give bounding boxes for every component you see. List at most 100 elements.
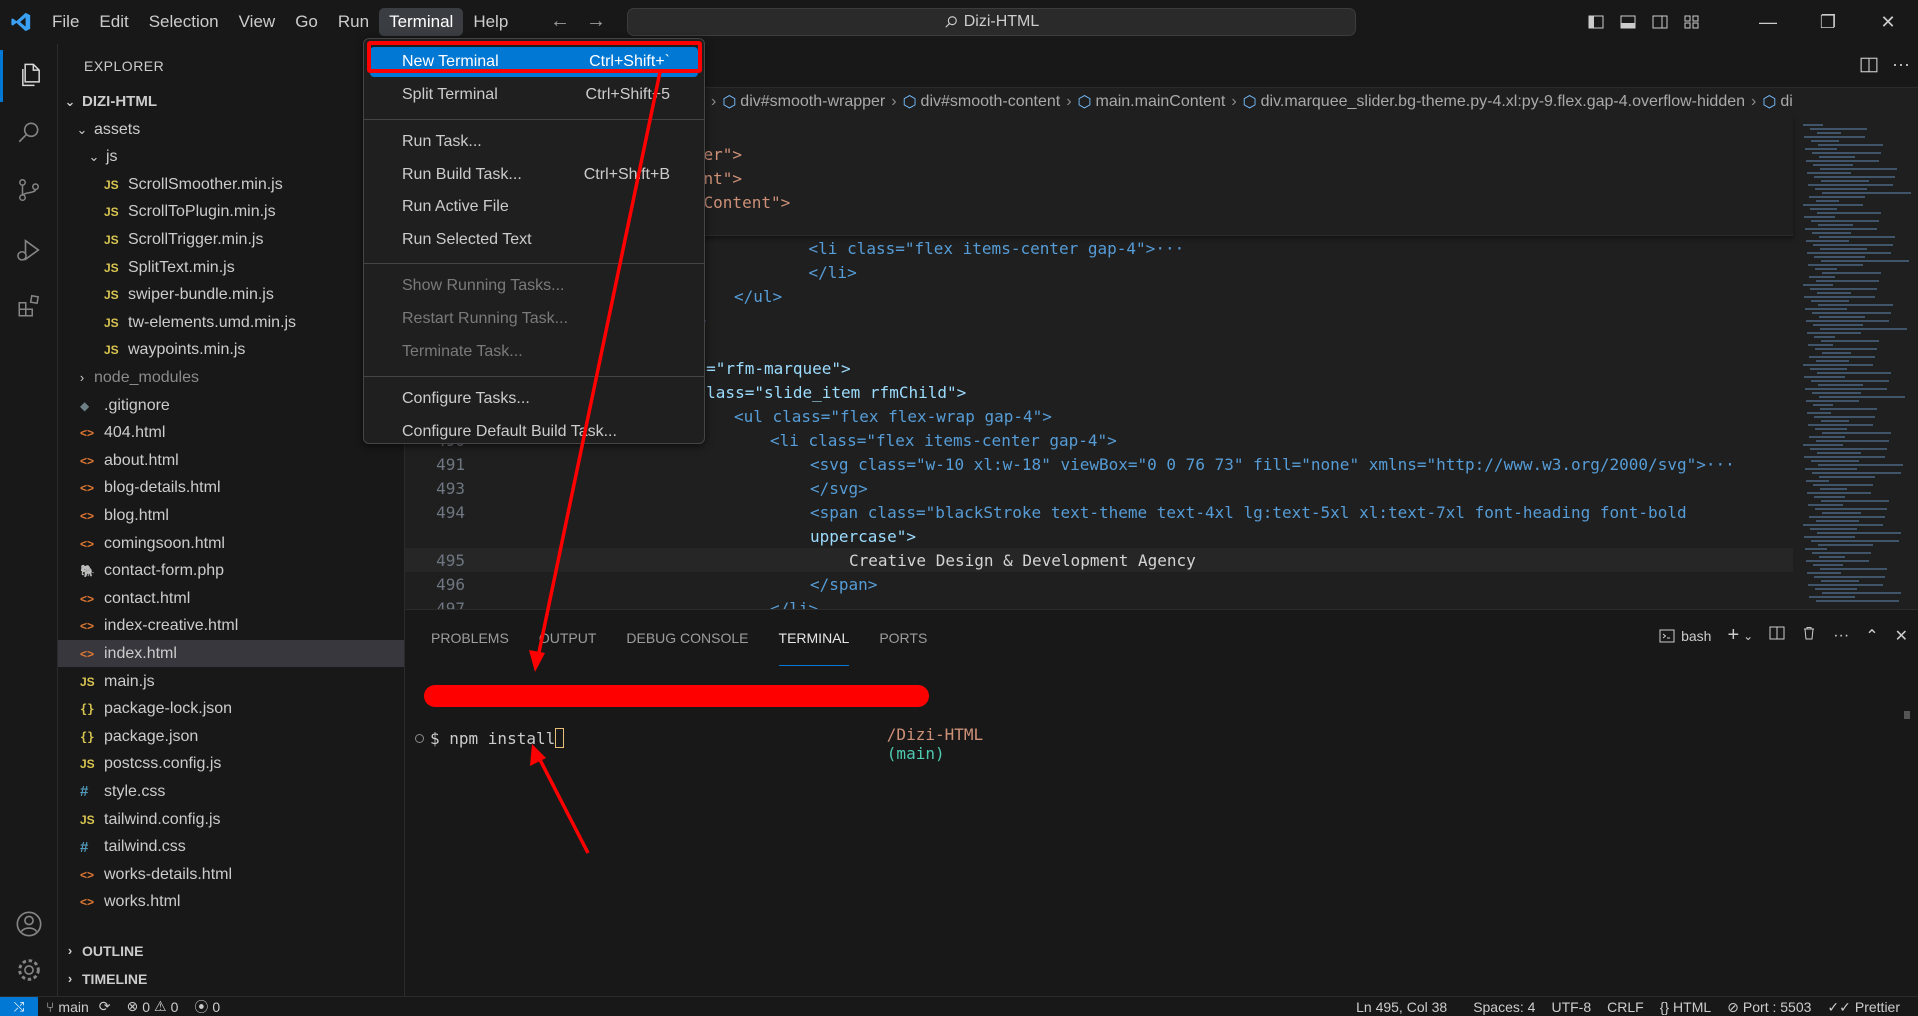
tree-item[interactable]: JS postcss.config.js — [58, 751, 404, 778]
panel-tab-debug-console[interactable]: DEBUG CONSOLE — [626, 610, 748, 666]
breadcrumb-item[interactable]: div.rfm-marq — [1780, 93, 1793, 111]
tree-item[interactable]: JS SplitText.min.js — [58, 254, 404, 281]
tree-item[interactable]: <> works.html — [58, 889, 404, 916]
breadcrumb-item[interactable]: div#smooth-wrapper — [740, 93, 885, 111]
code-line[interactable]: 497 </li> — [405, 596, 1793, 610]
tree-item[interactable]: <> blog.html — [58, 502, 404, 529]
language-mode[interactable]: {} HTML — [1652, 999, 1719, 1015]
git-branch[interactable]: ⑂ main ⟳ — [38, 998, 119, 1015]
live-server-port[interactable]: ⊘ Port : 5503 — [1719, 999, 1819, 1016]
maximize-panel-chevron-up-icon[interactable]: ⌃ — [1865, 626, 1878, 646]
prettier-status[interactable]: ✓✓ Prettier — [1819, 999, 1908, 1016]
menu-help[interactable]: Help — [463, 8, 518, 36]
code-line[interactable]: 494 <span class="blackStroke text-theme t… — [405, 500, 1793, 524]
settings-gear-icon[interactable] — [0, 944, 58, 996]
more-actions-icon[interactable]: ··· — [1833, 627, 1849, 645]
tree-item[interactable]: JS waypoints.min.js — [58, 337, 404, 364]
tree-item[interactable]: # tailwind.css — [58, 834, 404, 861]
more-actions-icon[interactable]: ··· — [1892, 54, 1910, 75]
menu-run[interactable]: Run — [328, 8, 379, 36]
terminal-view[interactable]: /Dizi-HTML (main) $ npm install — [405, 666, 1918, 997]
minimize-icon[interactable]: — — [1738, 0, 1798, 44]
menu-item-run-task[interactable]: Run Task... — [370, 127, 698, 157]
toggle-secondary-sidebar-icon[interactable] — [1644, 0, 1676, 44]
cursor-position[interactable]: Ln 495, Col 38 — [1348, 999, 1455, 1015]
tree-item[interactable]: <> 404.html — [58, 420, 404, 447]
code-line[interactable]: 491 <svg class="w-10 xl:w-18" viewBox="0 … — [405, 452, 1793, 476]
close-panel-icon[interactable]: ✕ — [1895, 626, 1908, 646]
code-line[interactable]: 495 Creative Design & Development Agency — [405, 548, 1793, 572]
tree-item[interactable]: # style.css — [58, 778, 404, 805]
menu-terminal[interactable]: Terminal — [379, 8, 464, 36]
code-line[interactable]: 496 </span> — [405, 572, 1793, 596]
toggle-panel-icon[interactable] — [1612, 0, 1644, 44]
customize-layout-icon[interactable] — [1676, 0, 1708, 44]
tree-item[interactable]: JS ScrollSmoother.min.js — [58, 171, 404, 198]
panel-tab-output[interactable]: OUTPUT — [539, 610, 597, 666]
menu-item-run-selected-text[interactable]: Run Selected Text — [370, 225, 698, 255]
close-window-icon[interactable]: ✕ — [1858, 0, 1918, 44]
tree-item[interactable]: JS tailwind.config.js — [58, 806, 404, 833]
menu-edit[interactable]: Edit — [89, 8, 138, 36]
menu-file[interactable]: File — [42, 8, 89, 36]
terminal-scrollbar[interactable] — [1904, 711, 1910, 719]
code-line[interactable]: uppercase"> — [405, 524, 1793, 548]
tree-item[interactable]: JS main.js — [58, 668, 404, 695]
tree-item[interactable]: <> blog-details.html — [58, 475, 404, 502]
terminal-shell-selector[interactable]: bash — [1659, 628, 1711, 644]
menu-item-configure-default-build-task[interactable]: Configure Default Build Task... — [370, 417, 698, 447]
tree-item[interactable]: <> about.html — [58, 447, 404, 474]
remote-indicator-icon[interactable]: ⤭ — [0, 996, 38, 1016]
menu-go[interactable]: Go — [285, 8, 328, 36]
tree-item[interactable]: {} package.json — [58, 723, 404, 750]
end-of-line[interactable]: CRLF — [1599, 999, 1652, 1015]
minimap[interactable] — [1793, 116, 1918, 609]
panel-tab-problems[interactable]: PROBLEMS — [431, 610, 509, 666]
tree-item[interactable]: <> works-details.html — [58, 861, 404, 888]
extensions-icon[interactable] — [0, 280, 58, 332]
back-arrow-icon[interactable]: ← — [550, 10, 570, 33]
tree-item[interactable]: JS ScrollTrigger.min.js — [58, 226, 404, 253]
new-terminal-plus-icon[interactable]: + — [1727, 624, 1739, 647]
tree-item[interactable]: JS swiper-bundle.min.js — [58, 282, 404, 309]
tree-item[interactable]: ⌄ js — [58, 144, 404, 171]
toggle-primary-sidebar-icon[interactable] — [1580, 0, 1612, 44]
tree-item[interactable]: JS ScrollToPlugin.min.js — [58, 199, 404, 226]
tree-item[interactable]: {} package-lock.json — [58, 696, 404, 723]
breadcrumb-item[interactable]: div.marquee_slider.bg-theme.py-4.xl:py-9… — [1261, 93, 1745, 111]
source-control-icon[interactable] — [0, 164, 58, 216]
explorer-icon[interactable] — [0, 50, 58, 102]
tree-item[interactable]: ◆ .gitignore — [58, 392, 404, 419]
tree-item[interactable]: › node_modules — [58, 364, 404, 391]
panel-tab-terminal[interactable]: TERMINAL — [778, 610, 850, 666]
tree-item[interactable]: ⌄ assets — [58, 116, 404, 143]
outline-section[interactable]: › OUTLINE — [58, 937, 404, 964]
panel-tab-ports[interactable]: PORTS — [879, 610, 927, 666]
chevron-down-icon[interactable]: ⌄ — [1743, 629, 1753, 643]
run-and-debug-icon[interactable] — [0, 224, 58, 276]
breadcrumb-item[interactable]: div#smooth-content — [921, 93, 1061, 111]
search-icon[interactable] — [0, 106, 58, 158]
tree-item[interactable]: JS tw-elements.umd.min.js — [58, 309, 404, 336]
tree-item[interactable]: <> index.html — [58, 640, 404, 668]
tree-item[interactable]: 🐘 contact-form.php — [58, 558, 404, 585]
project-root-folder[interactable]: ⌄ DIZI-HTML — [58, 88, 404, 115]
menu-selection[interactable]: Selection — [139, 8, 229, 36]
split-terminal-icon[interactable] — [1769, 625, 1785, 646]
ports-indicator[interactable]: ⦿ 0 — [186, 997, 228, 1016]
indentation[interactable]: Spaces: 4 — [1465, 999, 1543, 1015]
menu-view[interactable]: View — [229, 8, 286, 36]
encoding[interactable]: UTF-8 — [1543, 999, 1599, 1015]
kill-terminal-trash-icon[interactable] — [1801, 625, 1817, 646]
tree-item[interactable]: <> comingsoon.html — [58, 530, 404, 557]
timeline-section[interactable]: › TIMELINE — [58, 965, 404, 992]
split-editor-icon[interactable] — [1860, 56, 1878, 79]
breadcrumb-item[interactable]: main.mainContent — [1095, 93, 1225, 111]
menu-item-split-terminal[interactable]: Split Terminal Ctrl+Shift+5 — [370, 80, 698, 110]
menu-item-configure-tasks[interactable]: Configure Tasks... — [370, 384, 698, 414]
accounts-icon[interactable] — [0, 898, 58, 950]
command-center-search[interactable]: Dizi-HTML — [627, 8, 1356, 36]
problems-indicator[interactable]: ⊗ 0 ⚠ 0 — [119, 998, 187, 1015]
menu-item-run-build-task[interactable]: Run Build Task... Ctrl+Shift+B — [370, 160, 698, 190]
forward-arrow-icon[interactable]: → — [586, 10, 606, 33]
